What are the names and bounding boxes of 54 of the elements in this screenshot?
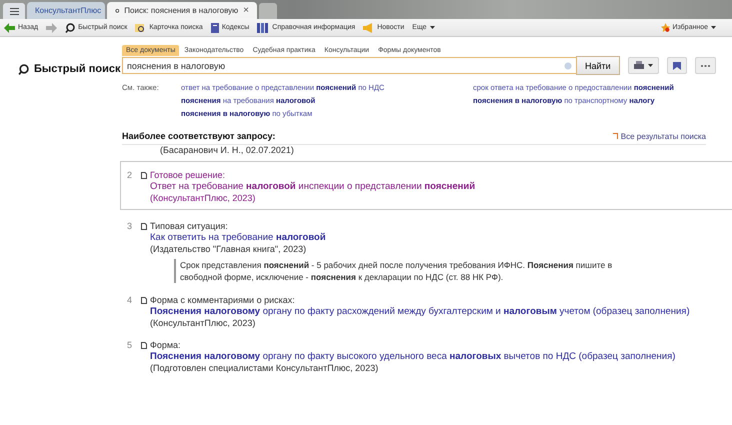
- document-link[interactable]: Пояснения налоговому органу по факту расхождений между бухгалтерским и налоговым учетом (образец заполнения): [150, 306, 690, 317]
- search-field[interactable]: пояснения в налоговую: [122, 57, 577, 74]
- search-icon: [65, 22, 76, 32]
- book-icon: [210, 22, 219, 32]
- page-title: Быстрый поиск: [34, 63, 120, 75]
- result-source: (Басаранович И. Н., 02.07.2021): [160, 145, 294, 155]
- result-number: 3: [126, 221, 134, 233]
- tab-title: КонсультантПлюс: [35, 6, 102, 15]
- menu-button[interactable]: [3, 3, 25, 19]
- bookmark-button[interactable]: [666, 57, 687, 74]
- caret-icon: [430, 26, 435, 29]
- browser-tab[interactable]: Поиск: пояснения в налоговую ×: [107, 2, 257, 19]
- result-source: (Подготовлен специалистами КонсультантПлюс, 2023): [150, 363, 380, 373]
- caret-icon: [648, 64, 653, 67]
- results-heading: Наиболее соответствуют запросу:: [122, 131, 276, 141]
- megaphone-icon: [363, 22, 374, 32]
- document-type: Форма:: [150, 340, 181, 350]
- result-source: (КонсультантПлюс, 2023): [150, 318, 256, 328]
- bookmark-icon: [672, 62, 681, 70]
- caret-icon: [711, 26, 716, 29]
- document-icon: [141, 296, 147, 304]
- print-button[interactable]: [628, 57, 659, 74]
- back-arrow-icon: [4, 22, 15, 32]
- search-result[interactable]: 5 Форма: Пояснения налоговому органу по факту высокого удельного веса налоговых вычетов по НДС (образец заполнения) (Подготовлен специалистами КонсультантПлюс, 2023): [120, 339, 732, 374]
- document-link[interactable]: Как ответить на требование налоговой: [150, 232, 644, 243]
- result-number: 5: [126, 340, 134, 352]
- selected-result[interactable]: 2 Готовое решение: Ответ на требование налоговой инспекции о представлении пояснений (КонсультантПлюс, 2023): [120, 161, 732, 210]
- result-number: 2: [126, 170, 134, 182]
- more-button[interactable]: [694, 57, 716, 74]
- browser-tab[interactable]: КонсультантПлюс: [27, 2, 105, 19]
- printer-icon: [634, 61, 644, 70]
- result-source: (Издательство "Главная книга", 2023): [150, 244, 308, 254]
- search-icon: [18, 64, 29, 74]
- search-card-icon: [135, 22, 146, 32]
- search-icon: [115, 6, 120, 14]
- find-button[interactable]: Найти: [576, 56, 620, 75]
- menu-icon: [10, 8, 18, 14]
- close-button[interactable]: ×: [243, 5, 249, 16]
- document-type: Форма с комментариями о рисках:: [150, 295, 295, 305]
- result-source: (КонсультантПлюс, 2023): [150, 193, 256, 203]
- document-link[interactable]: Пояснения налоговому органу по факту высокого удельного веса налоговых вычетов по НДС (образец заполнения): [150, 351, 676, 362]
- search-result[interactable]: 4 Форма с комментариями о рисках: Пояснения налоговому органу по факту расхождений между бухгалтерским и налоговым учетом (образец заполнения) (КонсультантПлюс, 2023): [120, 294, 732, 329]
- tab-title: Поиск: пояснения в налоговую: [124, 6, 238, 15]
- result-snippet: Срок представления пояснений - 5 рабочих дней после получения требования ИФНС. Пояснения пишите в свободной форме, исключение - пояснения к декларации по НДС (ст. 88 НК РФ).: [174, 259, 644, 283]
- star-icon: [660, 23, 670, 32]
- all-results-link[interactable]: Все результаты поиска: [612, 132, 706, 140]
- result-number: 4: [126, 295, 134, 307]
- document-icon: [141, 342, 147, 348]
- document-icon: [141, 172, 147, 178]
- document-icon: [141, 222, 147, 230]
- document-type: Готовое решение:: [150, 170, 226, 180]
- document-type: Типовая ситуация:: [150, 221, 228, 231]
- document-link[interactable]: Ответ на требование налоговой инспекции о представлении пояснений: [150, 181, 476, 192]
- books-icon: [257, 22, 270, 32]
